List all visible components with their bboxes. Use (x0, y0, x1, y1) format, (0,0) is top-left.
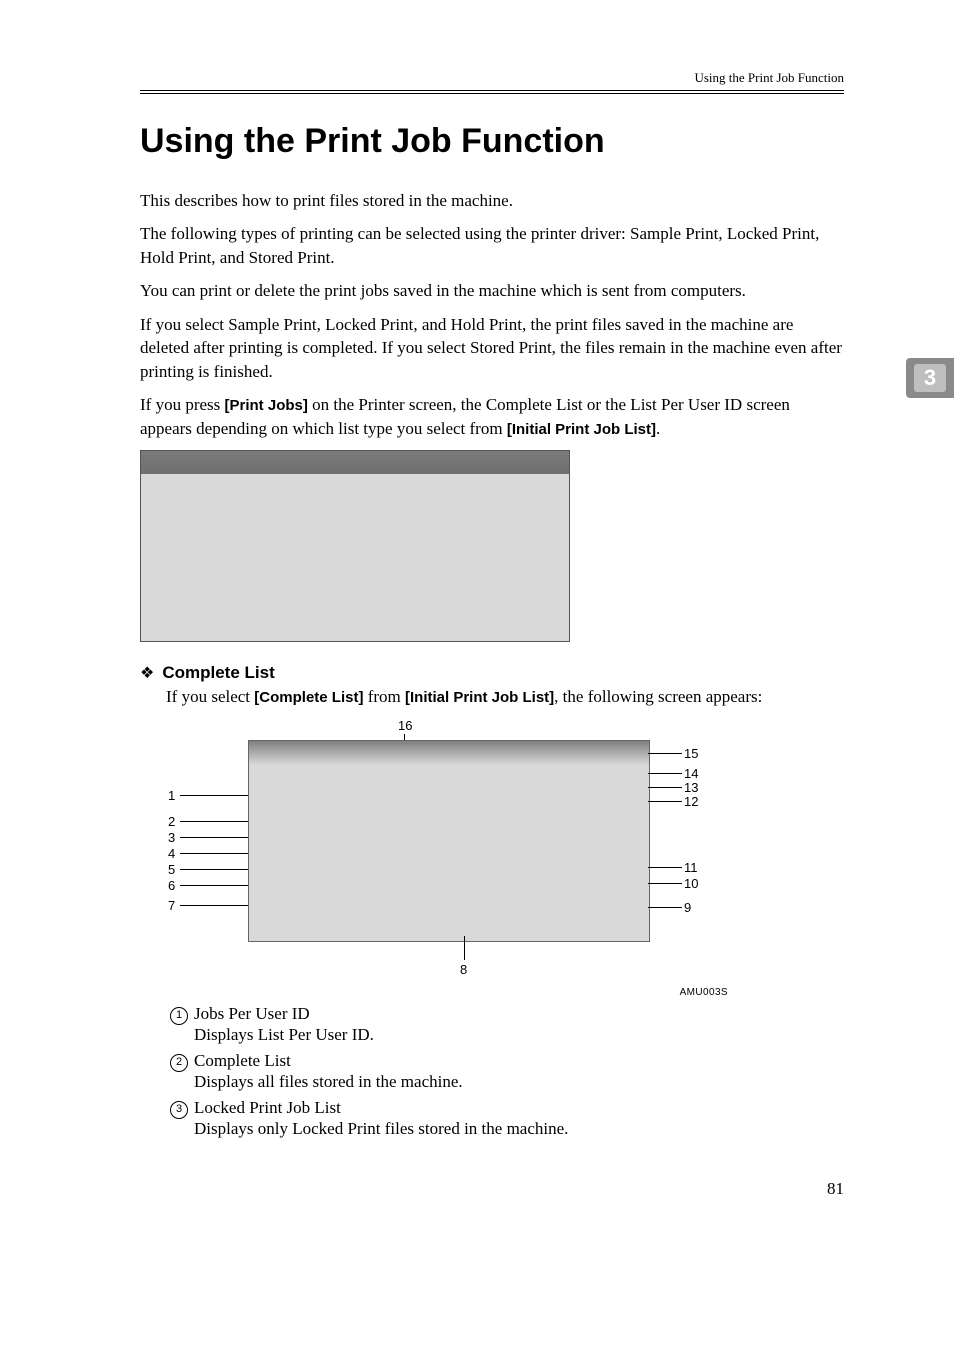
chapter-side-tab: 3 (906, 358, 954, 398)
callout-number: 9 (684, 900, 691, 915)
printer-features-screenshot (140, 451, 570, 641)
callout-number: 13 (684, 780, 698, 795)
sub-heading-label: Complete List (162, 663, 274, 683)
callout-number: 11 (684, 860, 698, 875)
body-paragraph: If you select Sample Print, Locked Print… (140, 313, 844, 383)
callout-number: 16 (398, 718, 412, 733)
callout-number: 12 (684, 794, 698, 809)
text-fragment: , the following screen appears: (554, 687, 762, 706)
circled-number-icon: 2 (170, 1054, 188, 1072)
circled-number-icon: 3 (170, 1101, 188, 1119)
body-paragraph: If you press [Print Jobs] on the Printer… (140, 393, 844, 440)
ui-reference: [Initial Print Job List] (507, 421, 656, 438)
callout-number: 1 (168, 788, 175, 803)
body-paragraph: This describes how to print files stored… (140, 189, 844, 212)
figure-id: AMU003S (680, 987, 728, 998)
ui-reference: [Print Jobs] (225, 397, 308, 414)
definition-term: Locked Print Job List (194, 1098, 341, 1117)
definition-description: Displays List Per User ID. (194, 1025, 844, 1045)
callout-number: 3 (168, 830, 175, 845)
running-header: Using the Print Job Function (140, 70, 844, 86)
text-fragment: from (363, 687, 405, 706)
annotated-figure: 16 1 2 3 4 5 6 7 15 14 13 12 11 10 9 8 (168, 718, 728, 998)
ui-reference: [Complete List] (254, 689, 363, 706)
definition-term: Complete List (194, 1051, 291, 1070)
chapter-number: 3 (914, 364, 946, 392)
text-fragment: If you press (140, 395, 225, 414)
rule-line (140, 93, 844, 94)
sub-heading: ❖ Complete List (140, 663, 844, 683)
callout-number: 6 (168, 878, 175, 893)
ui-reference: [Initial Print Job List] (405, 689, 554, 706)
callout-number: 4 (168, 846, 175, 861)
callout-number: 15 (684, 746, 698, 761)
list-item: 1 Jobs Per User ID Displays List Per User… (170, 1004, 844, 1045)
callout-number: 14 (684, 766, 698, 781)
callout-number: 5 (168, 862, 175, 877)
circled-number-icon: 1 (170, 1007, 188, 1025)
definition-term: Jobs Per User ID (194, 1004, 310, 1023)
definition-description: Displays all files stored in the machine… (194, 1072, 844, 1092)
text-fragment: If you select (166, 687, 254, 706)
callout-number: 7 (168, 898, 175, 913)
callout-number: 8 (460, 962, 467, 977)
body-paragraph: You can print or delete the print jobs s… (140, 279, 844, 302)
definition-list: 1 Jobs Per User ID Displays List Per User… (170, 1004, 844, 1139)
callout-number: 2 (168, 814, 175, 829)
page-title: Using the Print Job Function (140, 122, 844, 161)
body-paragraph: The following types of printing can be s… (140, 222, 844, 269)
page-number: 81 (140, 1179, 844, 1199)
list-item: 3 Locked Print Job List Displays only Loc… (170, 1098, 844, 1139)
sub-description: If you select [Complete List] from [Init… (166, 685, 844, 709)
diamond-bullet-icon: ❖ (140, 663, 154, 683)
list-item: 2 Complete List Displays all files stored… (170, 1051, 844, 1092)
text-fragment: . (656, 419, 660, 438)
rule-line (140, 90, 844, 91)
callout-number: 10 (684, 876, 698, 891)
definition-description: Displays only Locked Print files stored … (194, 1119, 844, 1139)
